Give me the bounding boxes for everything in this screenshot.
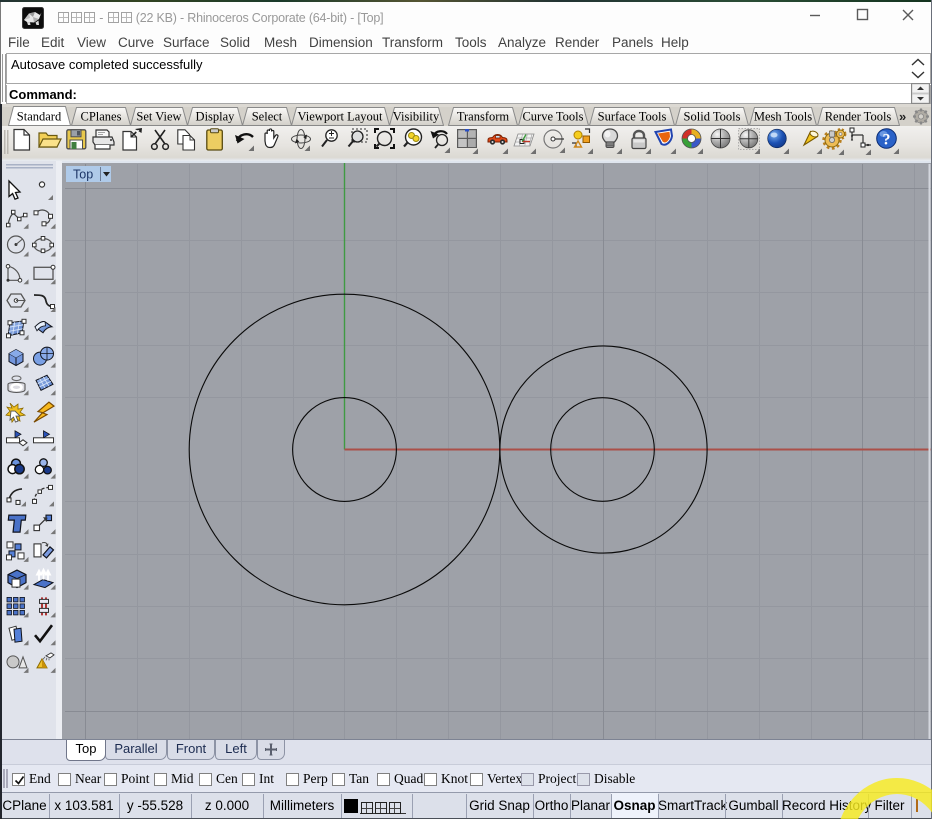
- svg-text:Render Tools: Render Tools: [825, 110, 892, 124]
- svg-text:?: ?: [883, 132, 891, 149]
- svg-text:Curve Tools: Curve Tools: [522, 110, 583, 124]
- svg-text:Visibility: Visibility: [393, 110, 440, 124]
- svg-text:Set View: Set View: [136, 110, 181, 124]
- svg-text:Solid Tools: Solid Tools: [684, 110, 741, 124]
- svg-text:Standard: Standard: [17, 110, 62, 124]
- svg-text:Mesh Tools: Mesh Tools: [754, 110, 812, 124]
- svg-text:Top: Top: [73, 168, 93, 182]
- svg-text:Display: Display: [196, 110, 236, 124]
- svg-text:CPlanes: CPlanes: [81, 110, 122, 124]
- svg-text:»: »: [899, 109, 906, 124]
- svg-text:Surface Tools: Surface Tools: [598, 110, 667, 124]
- svg-text:Select: Select: [252, 110, 283, 124]
- svg-text:Transform: Transform: [457, 110, 510, 124]
- svg-text:Viewport Layout: Viewport Layout: [298, 110, 384, 124]
